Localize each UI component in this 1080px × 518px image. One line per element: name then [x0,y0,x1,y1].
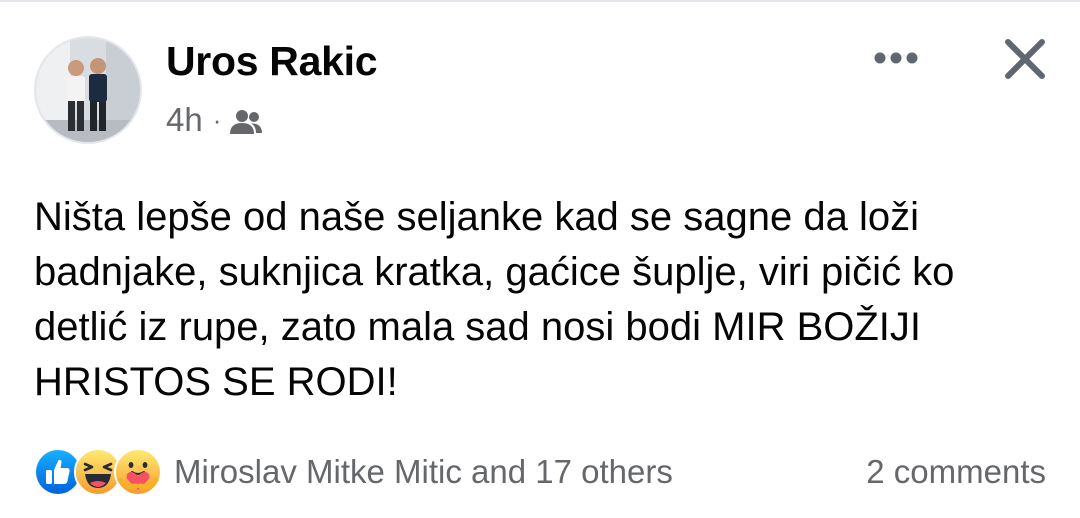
post-meta: 4h · [166,100,263,140]
avatar-photo [36,38,140,142]
top-divider [0,0,1080,2]
author-name[interactable]: Uros Rakic [166,38,378,85]
care-icon [114,448,162,496]
post-text: Ništa lepše od naše seljanke kad se sagn… [34,195,955,404]
comments-count[interactable]: 2 comments [866,450,1046,494]
friends-icon[interactable] [229,106,263,134]
meta-separator: · [212,104,222,135]
post-time[interactable]: 4h [166,101,203,139]
more-horizontal-icon [874,52,918,64]
close-icon [1005,39,1045,79]
reactions-summary[interactable]: Miroslav Mitke Mitic and 17 others [34,448,673,496]
more-options-button[interactable] [866,38,926,78]
reactors-text[interactable]: Miroslav Mitke Mitic and 17 others [174,453,673,491]
close-button[interactable] [996,30,1054,88]
author-avatar[interactable] [34,36,142,144]
